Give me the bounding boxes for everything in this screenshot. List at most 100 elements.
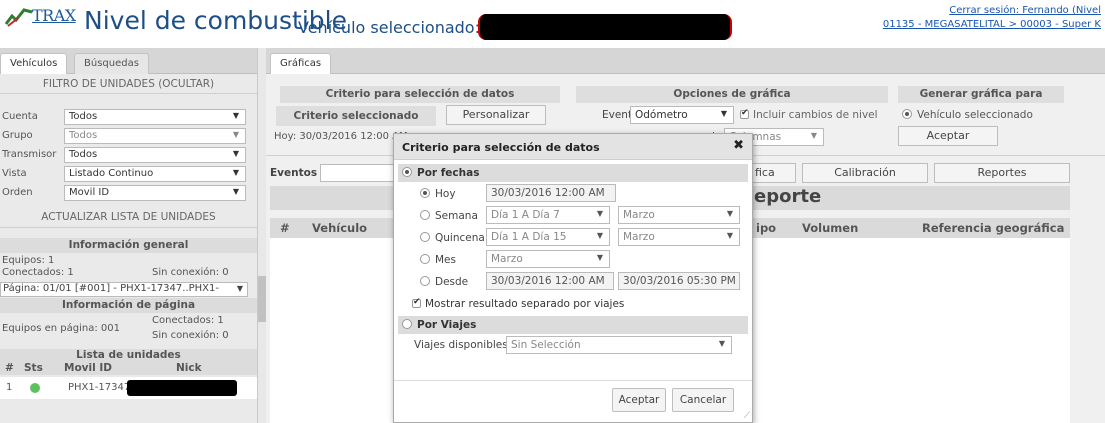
logo-swoosh-icon: [4, 8, 33, 27]
chevron-down-icon: ▼: [726, 231, 733, 240]
selected-vehicle-radio[interactable]: Vehículo seleccionado: [902, 109, 1033, 121]
desde-end-field[interactable]: 30/03/2016 05:30 PM: [618, 272, 740, 290]
grupo-select[interactable]: Todos ▼: [64, 128, 246, 144]
mes-radio[interactable]: Mes: [420, 254, 456, 266]
units-list-header: # Sts Movil ID Nick: [0, 362, 257, 375]
chevron-down-icon: ▼: [720, 109, 727, 118]
row-semana: Semana Día 1 A Día 7 ▼ Marzo ▼: [394, 206, 752, 228]
modal-title: Criterio para selección de datos: [402, 141, 600, 154]
cuenta-select[interactable]: Todos ▼: [64, 109, 246, 125]
chevron-down-icon: ▼: [596, 209, 603, 218]
tab-vehiculos[interactable]: Vehículos: [0, 53, 68, 74]
selected-criteria-label: Criterio seleccionado: [276, 106, 436, 126]
desde-start-field[interactable]: 30/03/2016 12:00 AM: [486, 272, 614, 290]
row-desde: Desde 30/03/2016 12:00 AM 30/03/2016 05:…: [394, 272, 752, 294]
show-by-trips-checkbox[interactable]: Mostrar resultado separado por viajes: [412, 297, 624, 310]
filter-block: Cuenta Todos ▼ Grupo Todos ▼ Transmisor To…: [0, 94, 257, 201]
page-info-title: Información de página: [0, 298, 257, 313]
calibracion-button[interactable]: Calibración: [802, 163, 928, 183]
chevron-down-icon: ▼: [232, 111, 239, 120]
vehicle-redacted: [478, 14, 732, 40]
close-icon[interactable]: ✖: [733, 138, 744, 153]
hoy-radio[interactable]: Hoy: [420, 188, 456, 200]
tab-graficas[interactable]: Gráficas: [270, 53, 332, 74]
semana-month-select[interactable]: Marzo ▼: [618, 206, 740, 224]
logo-text: TRAX: [32, 6, 76, 25]
filter-label: Transmisor: [2, 149, 57, 160]
semana-radio[interactable]: Semana: [420, 210, 478, 222]
filter-label: Vista: [2, 168, 27, 179]
orden-select[interactable]: Movil ID ▼: [64, 185, 246, 201]
criteria-modal: Criterio para selección de datos ✖ Por f…: [393, 133, 753, 423]
event-select[interactable]: Odómetro ▼: [630, 106, 734, 124]
chevron-down-icon: ▼: [232, 130, 239, 139]
chevron-down-icon: ▼: [810, 131, 817, 140]
by-trips-section[interactable]: Por Viajes: [398, 316, 748, 334]
events-label: Eventos: [270, 167, 318, 179]
desde-radio[interactable]: Desde: [420, 276, 468, 288]
transmisor-select[interactable]: Todos ▼: [64, 147, 246, 163]
col-sts: Sts: [24, 362, 43, 374]
left-tabbar: Vehículos Búsquedas: [0, 48, 257, 74]
status-connected-icon: [30, 383, 40, 393]
chevron-down-icon: ▼: [596, 231, 603, 240]
report-title: eporte: [754, 186, 822, 207]
page-sin-conexion: Sin conexión: 0: [152, 330, 229, 341]
generate-title: Generar gráfica para: [898, 86, 1064, 103]
mes-month-select[interactable]: Marzo ▼: [486, 250, 610, 268]
by-dates-section[interactable]: Por fechas: [398, 164, 748, 182]
radio-icon: [420, 232, 430, 242]
chevron-down-icon: ▼: [232, 168, 239, 177]
left-scrollbar[interactable]: [258, 48, 266, 423]
vehicle-label: Vehículo seleccionado:: [298, 18, 480, 37]
events-input[interactable]: [320, 164, 400, 182]
resize-handle-icon[interactable]: ⟋: [744, 411, 750, 421]
tab-busquedas[interactable]: Búsquedas: [74, 53, 149, 74]
filter-label: Grupo: [2, 130, 33, 141]
modal-divider: [394, 380, 752, 381]
radio-icon: [420, 254, 430, 264]
nick-redacted: [127, 380, 237, 396]
include-changes-checkbox[interactable]: Incluir cambios de nivel: [740, 108, 878, 121]
row-num: 1: [6, 382, 13, 393]
quincena-month-select[interactable]: Marzo ▼: [618, 228, 740, 246]
filter-cuenta: Cuenta Todos ▼: [0, 109, 248, 126]
today-criteria-text: Hoy: 30/03/2016 12:00 AM: [274, 131, 408, 142]
left-scrollbar-thumb[interactable]: [258, 276, 266, 322]
vista-select[interactable]: Listado Continuo ▼: [64, 166, 246, 182]
row-movil-id: PHX1-17347: [68, 382, 131, 393]
chevron-down-icon: ▼: [232, 149, 239, 158]
cancel-button[interactable]: Cancelar: [672, 388, 734, 412]
left-panel: Vehículos Búsquedas FILTRO DE UNIDADES (…: [0, 48, 258, 423]
filter-header[interactable]: FILTRO DE UNIDADES (OCULTAR): [0, 74, 257, 94]
radio-icon: [402, 319, 412, 329]
radio-icon: [402, 167, 412, 177]
general-info-title: Información general: [0, 238, 257, 253]
filter-orden: Orden Movil ID ▼: [0, 185, 248, 202]
checkbox-icon: [740, 108, 749, 119]
table-row[interactable]: 1 PHX1-17347: [0, 377, 257, 399]
chevron-down-icon: ▼: [726, 209, 733, 218]
sin-conexion-count: Sin conexión: 0: [152, 267, 229, 278]
logout-link[interactable]: Cerrar sesión: Fernando (Nivel: [883, 4, 1101, 18]
accept-button[interactable]: Aceptar: [612, 388, 666, 412]
radio-icon: [420, 210, 430, 220]
quincena-radio[interactable]: Quincena: [420, 232, 485, 244]
generate-accept-button[interactable]: Aceptar: [898, 126, 998, 146]
available-trips-label: Viajes disponibles: [414, 339, 508, 351]
filter-label: Orden: [2, 187, 33, 198]
semana-days-select[interactable]: Día 1 A Día 7 ▼: [486, 206, 610, 224]
account-link[interactable]: 01135 - MEGASATELITAL > 00003 - Super K: [883, 18, 1101, 32]
quincena-days-select[interactable]: Día 1 A Día 15 ▼: [486, 228, 610, 246]
reportes-button[interactable]: Reportes: [934, 163, 1070, 183]
col-num: #: [5, 362, 14, 374]
available-trips-select[interactable]: Sin Selección ▼: [506, 336, 732, 354]
customize-button[interactable]: Personalizar: [446, 105, 546, 125]
chevron-down-icon: ▼: [718, 339, 725, 348]
page-select[interactable]: Página: 01/01 [#001] - PHX1-17347..PHX1-…: [0, 282, 248, 297]
update-units-button[interactable]: ACTUALIZAR LISTA DE UNIDADES: [0, 206, 257, 228]
filter-transmisor: Transmisor Todos ▼: [0, 147, 248, 164]
filter-grupo: Grupo Todos ▼: [0, 128, 248, 145]
checkbox-icon: [412, 297, 421, 308]
hoy-date-field[interactable]: 30/03/2016 12:00 AM: [486, 184, 616, 202]
